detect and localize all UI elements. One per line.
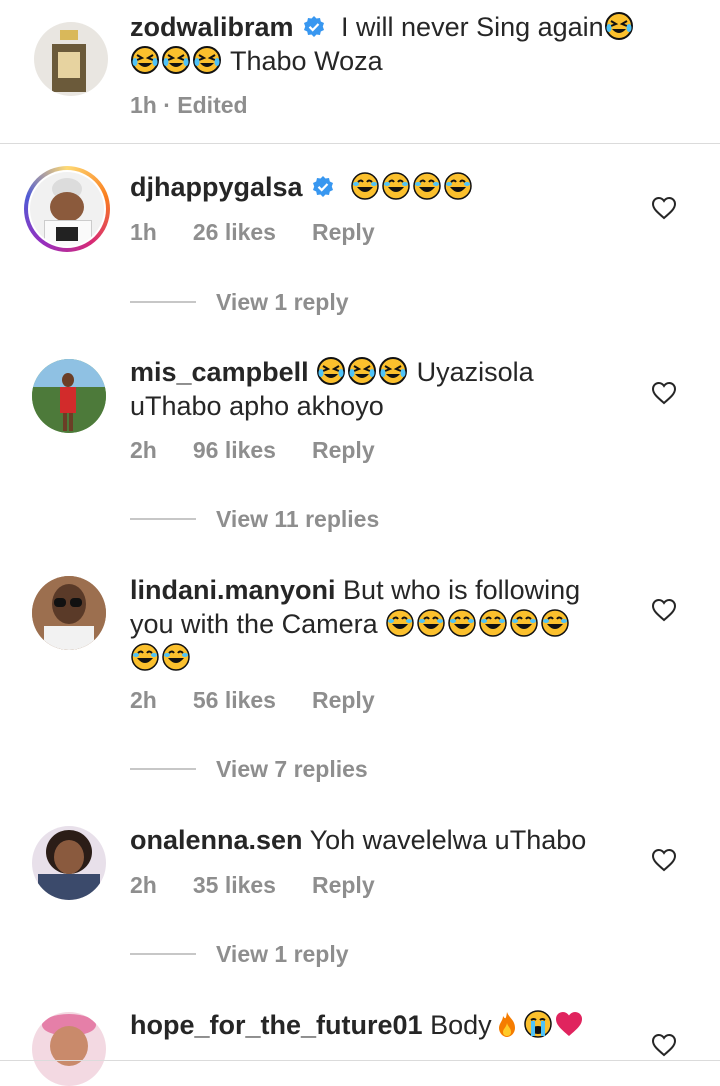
comment-text: djhappygalsa [130, 170, 650, 204]
view-replies-label[interactable]: View 1 reply [216, 289, 349, 315]
rofl-emoji-icon [347, 356, 377, 386]
joy-emoji-icon [447, 608, 477, 638]
view-replies-label[interactable]: View 1 reply [216, 941, 349, 967]
reply-button[interactable]: Reply [312, 219, 375, 245]
comment-username[interactable]: onalenna.sen [130, 825, 303, 855]
divider [0, 1060, 720, 1061]
divider-line [130, 518, 196, 520]
story-ring[interactable] [24, 166, 110, 252]
fire-emoji-icon [498, 1012, 515, 1037]
comment-body-line2: uThabo apho akhoyo [130, 391, 384, 421]
divider-line [130, 301, 196, 303]
avatar[interactable] [32, 826, 106, 900]
joy-emoji-icon [509, 608, 539, 638]
avatar[interactable] [34, 22, 108, 96]
divider-line [130, 953, 196, 955]
comment-time: 2h [130, 687, 157, 713]
comment-body: But who is following [343, 575, 581, 605]
rofl-emoji-icon [604, 11, 634, 41]
rofl-emoji-icon [161, 45, 191, 75]
caption-text: zodwalibram I will never Sing again Thab… [130, 10, 650, 78]
comment-meta: 2h 56 likes Reply [130, 687, 411, 714]
joy-emoji-icon [443, 171, 473, 201]
caption-meta: 1h · Edited [130, 92, 248, 118]
reply-button[interactable]: Reply [312, 872, 375, 898]
verified-badge-icon [302, 15, 326, 39]
comment-likes[interactable]: 35 likes [193, 872, 276, 898]
rofl-emoji-icon [316, 356, 346, 386]
caption-username[interactable]: zodwalibram [130, 12, 294, 42]
comment-text: lindani.manyoni But who is following you… [130, 573, 650, 675]
comment-time: 1h [130, 219, 157, 245]
view-replies-button[interactable]: View 11 replies [130, 506, 379, 533]
rofl-emoji-icon [192, 45, 222, 75]
reply-button[interactable]: Reply [312, 687, 375, 713]
verified-badge-icon [311, 175, 335, 199]
joy-emoji-icon [540, 608, 570, 638]
comment-username[interactable]: hope_for_the_future01 [130, 1010, 423, 1040]
rofl-emoji-icon [130, 45, 160, 75]
like-heart-icon[interactable] [651, 848, 677, 872]
caption-time: 1h [130, 92, 157, 118]
comment-meta: 2h 35 likes Reply [130, 872, 411, 899]
avatar[interactable] [32, 576, 106, 650]
comment-body: Body [430, 1010, 492, 1040]
comment-username[interactable]: djhappygalsa [130, 172, 303, 202]
comment-text: mis_campbell Uyazisola uThabo apho akhoy… [130, 355, 650, 423]
comment-likes[interactable]: 56 likes [193, 687, 276, 713]
joy-emoji-icon [478, 608, 508, 638]
avatar[interactable] [32, 1012, 106, 1086]
joy-emoji-icon [350, 171, 380, 201]
comment-meta: 2h 96 likes Reply [130, 437, 411, 464]
caption-body-b: Thabo Woza [230, 46, 383, 76]
comment-body: Yoh wavelelwa uThabo [309, 825, 587, 855]
comment-likes[interactable]: 26 likes [193, 219, 276, 245]
joy-emoji-icon [130, 642, 160, 672]
comment-username[interactable]: mis_campbell [130, 357, 309, 387]
red-heart-emoji-icon [555, 1012, 582, 1036]
joy-emoji-icon [161, 642, 191, 672]
crying-emoji-icon [523, 1010, 552, 1038]
comment-username[interactable]: lindani.manyoni [130, 575, 336, 605]
comment-likes[interactable]: 96 likes [193, 437, 276, 463]
like-heart-icon[interactable] [651, 381, 677, 405]
comment-meta: 1h 26 likes Reply [130, 219, 411, 246]
like-heart-icon[interactable] [651, 1033, 677, 1057]
like-heart-icon[interactable] [651, 598, 677, 622]
comment-body: Uyazisola [416, 357, 534, 387]
joy-emoji-icon [385, 608, 415, 638]
joy-emoji-icon [416, 608, 446, 638]
view-replies-label[interactable]: View 7 replies [216, 756, 368, 782]
comment-text: onalenna.sen Yoh wavelelwa uThabo [130, 823, 650, 857]
post-caption: zodwalibram I will never Sing again Thab… [0, 0, 720, 144]
joy-emoji-icon [412, 171, 442, 201]
view-replies-label[interactable]: View 11 replies [216, 506, 379, 532]
caption-edited: Edited [177, 92, 248, 118]
view-replies-button[interactable]: View 7 replies [130, 756, 368, 783]
divider-line [130, 768, 196, 770]
comment-body-line2: you with the Camera [130, 609, 378, 639]
comment-time: 2h [130, 437, 157, 463]
view-replies-button[interactable]: View 1 reply [130, 941, 349, 968]
caption-body-a: I will never Sing again [341, 12, 604, 42]
reply-button[interactable]: Reply [312, 437, 375, 463]
comment-text: hope_for_the_future01 Body [130, 1008, 650, 1042]
like-heart-icon[interactable] [651, 196, 677, 220]
comment-time: 2h [130, 872, 157, 898]
avatar[interactable] [30, 172, 104, 246]
joy-emoji-icon [381, 171, 411, 201]
rofl-emoji-icon [378, 356, 408, 386]
avatar[interactable] [32, 359, 106, 433]
view-replies-button[interactable]: View 1 reply [130, 289, 349, 316]
